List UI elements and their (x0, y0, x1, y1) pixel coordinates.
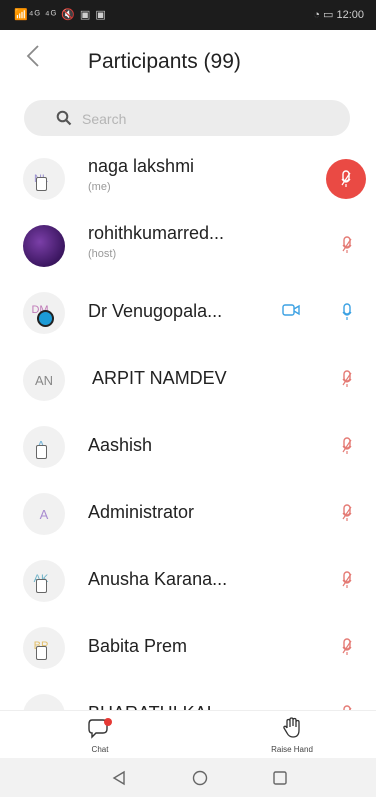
search-input[interactable] (80, 108, 334, 130)
participant-row[interactable]: BP Babita Prem (0, 614, 376, 681)
participant-list[interactable]: NL naga lakshmi (me) rohithkumarred... (… (0, 145, 376, 748)
mic-muted-icon[interactable] (342, 638, 352, 661)
participant-name: Dr Venugopala... (88, 301, 223, 321)
share-indicator-icon (37, 310, 54, 327)
raise-hand-button[interactable]: Raise Hand (260, 717, 324, 754)
page-title: Participants (99) (88, 50, 241, 73)
participant-name: rohithkumarred... (88, 223, 225, 243)
status-icons-left: 📶⁴ᴳ ⁴ᴳ 🔇 ▣ ▣ (14, 9, 107, 21)
participant-name: Babita Prem (88, 636, 188, 656)
phone-icon (36, 579, 47, 593)
status-icons-right: ◔ ▭ 12:00 (313, 9, 364, 21)
header: Participants (99) (0, 30, 376, 92)
mic-muted-icon[interactable] (342, 370, 352, 393)
participant-row[interactable]: DM Dr Venugopala... (0, 279, 376, 346)
participant-row[interactable]: rohithkumarred... (host) (0, 212, 376, 279)
mic-muted-icon[interactable] (342, 437, 352, 460)
muted-mic-button[interactable] (326, 159, 366, 199)
system-nav-bar (0, 758, 376, 797)
chat-button[interactable]: Chat (78, 717, 122, 754)
chevron-left-icon (26, 45, 39, 67)
back-button[interactable] (26, 44, 40, 74)
participant-role: (host) (88, 248, 117, 260)
mic-muted-icon[interactable] (342, 236, 352, 259)
phone-icon (36, 177, 47, 191)
chat-icon (88, 718, 112, 739)
nav-recents-icon[interactable] (272, 770, 288, 786)
mic-muted-icon (341, 170, 351, 187)
participant-name: ARPIT NAMDEV (92, 368, 227, 388)
avatar-photo (23, 225, 65, 267)
search-icon (56, 110, 72, 126)
mic-muted-icon[interactable] (342, 571, 352, 594)
participant-name: naga lakshmi (88, 156, 195, 176)
raise-hand-label: Raise Hand (271, 745, 313, 754)
nav-back-icon[interactable] (112, 770, 126, 786)
bottom-toolbar: Chat Raise Hand (0, 710, 376, 759)
raise-hand-icon (283, 717, 300, 738)
participant-row[interactable]: NL naga lakshmi (me) (0, 145, 376, 212)
participant-row[interactable]: A Administrator (0, 480, 376, 547)
avatar: A (23, 493, 65, 535)
participant-row[interactable]: AN ARPIT NAMDEV (0, 346, 376, 413)
mic-icon[interactable] (342, 303, 352, 326)
mic-muted-icon[interactable] (342, 504, 352, 527)
status-bar: 📶⁴ᴳ ⁴ᴳ 🔇 ▣ ▣ ◔ ▭ 12:00 (0, 0, 376, 30)
participant-row[interactable]: AK Anusha Karana... (0, 547, 376, 614)
chat-label: Chat (91, 745, 109, 754)
phone-icon (36, 646, 47, 660)
avatar: AN (23, 359, 65, 401)
participant-name: Administrator (88, 502, 195, 522)
nav-home-icon[interactable] (192, 770, 208, 786)
participant-role: (me) (88, 181, 111, 193)
participant-name: Aashish (88, 435, 153, 455)
video-icon[interactable] (282, 303, 300, 322)
participant-name: Anusha Karana... (88, 569, 228, 589)
phone-icon (36, 445, 47, 459)
participant-row[interactable]: A Aashish (0, 413, 376, 480)
search-bar[interactable] (24, 100, 350, 136)
